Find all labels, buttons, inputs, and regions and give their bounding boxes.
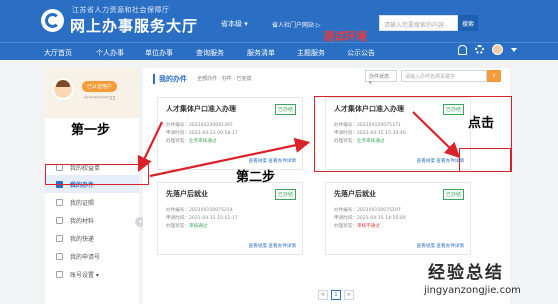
arrow-step2 <box>149 137 311 178</box>
page: 江苏省人力资源和社会保障厅 网上办事服务大厅 省本级 ▾ 省人社门户网站 ▷ 请… <box>0 0 558 304</box>
arrow-step1 <box>137 121 163 172</box>
watermark-title: 经验总结 <box>428 263 504 283</box>
watermark-url: jingyanzongjie.com <box>424 285 521 296</box>
arrow-click <box>412 111 461 159</box>
